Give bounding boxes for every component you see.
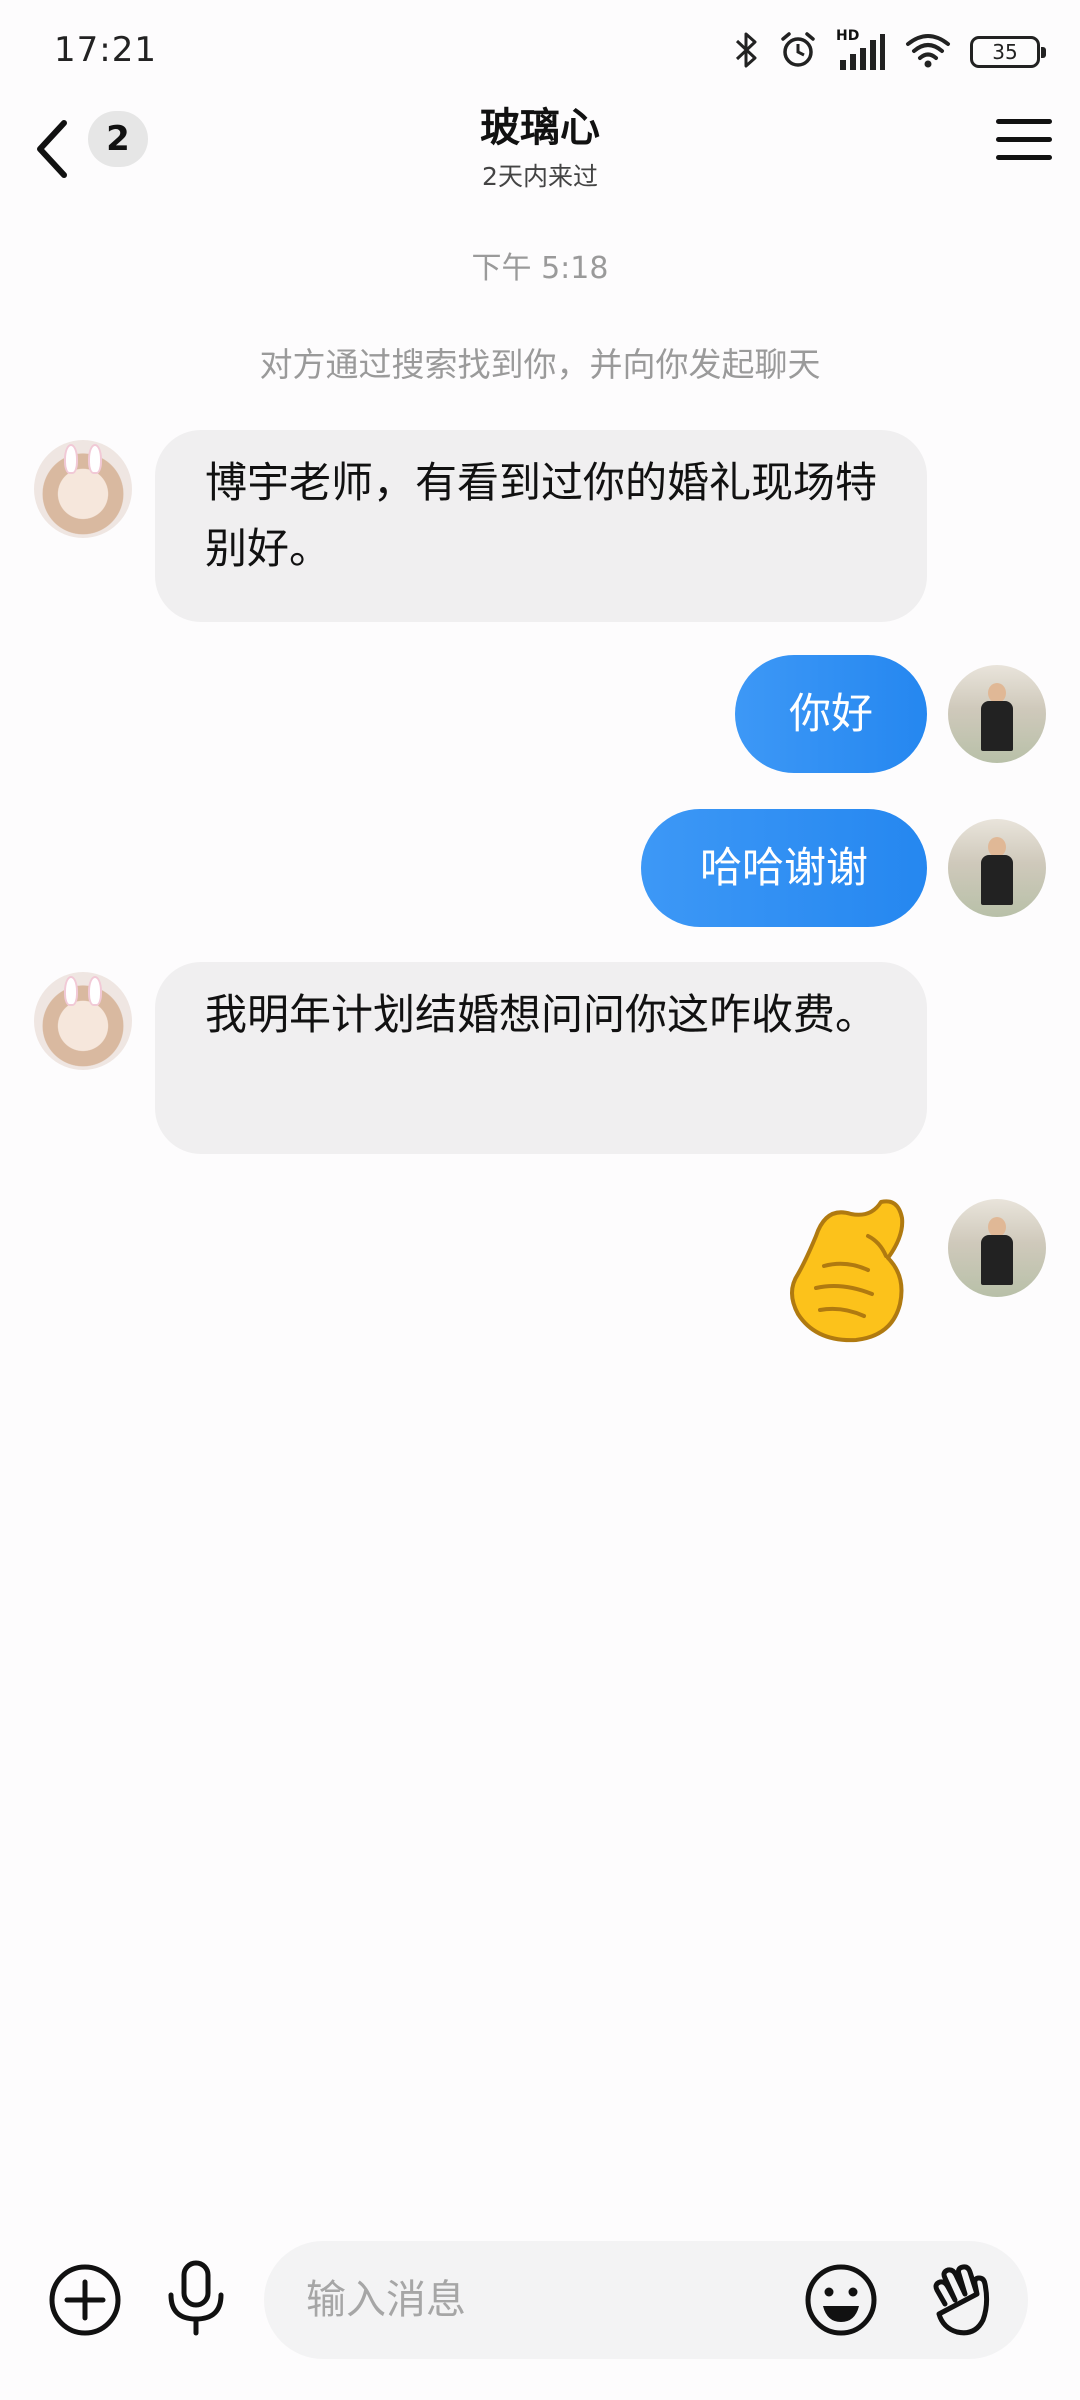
- add-button[interactable]: [46, 2261, 124, 2339]
- message-input-container: [264, 2241, 1028, 2359]
- message-input-bar: [0, 2235, 1080, 2365]
- message-list[interactable]: 下午 5:18 对方通过搜索找到你，并向你发起聊天 博宇老师，有看到过你的婚礼现…: [0, 0, 1080, 2200]
- message-input[interactable]: [306, 2241, 806, 2359]
- avatar-figure-head: [988, 837, 1006, 857]
- add-icon: [49, 2264, 121, 2336]
- wave-button[interactable]: [924, 2257, 1004, 2343]
- wave-hand-icon: [933, 2264, 990, 2336]
- bunny-ear: [64, 976, 78, 1006]
- my-avatar[interactable]: [948, 665, 1046, 763]
- avatar-figure-head: [988, 683, 1006, 703]
- avatar-figure-head: [988, 1217, 1006, 1237]
- message-text: 博宇老师，有看到过你的婚礼现场特别好。: [205, 458, 878, 573]
- message-text: 哈哈谢谢: [699, 843, 868, 892]
- chat-screen: 17:21 HD 35 2 玻璃心 2天内来过 下午 5:18 对方通过搜索找到…: [0, 0, 1080, 2400]
- bunny-ear: [88, 976, 102, 1006]
- my-avatar[interactable]: [948, 819, 1046, 917]
- pinched-fingers-emoji[interactable]: [776, 1196, 916, 1346]
- avatar-figure-body: [981, 701, 1013, 751]
- emoji-button[interactable]: [802, 2261, 880, 2339]
- avatar-figure-body: [981, 855, 1013, 905]
- contact-avatar[interactable]: [34, 440, 132, 538]
- chat-timestamp: 下午 5:18: [471, 251, 609, 286]
- contact-avatar[interactable]: [34, 972, 132, 1070]
- microphone-icon: [168, 2260, 224, 2336]
- avatar-figure-body: [981, 1235, 1013, 1285]
- my-avatar[interactable]: [948, 1199, 1046, 1297]
- incoming-message-bubble[interactable]: 我明年计划结婚想问问你这咋收费。: [155, 962, 927, 1154]
- bunny-ear: [88, 444, 102, 474]
- outgoing-message-bubble[interactable]: 哈哈谢谢: [641, 809, 927, 927]
- emoji-icon: [805, 2264, 877, 2336]
- voice-input-button[interactable]: [160, 2257, 232, 2341]
- message-text: 我明年计划结婚想问问你这咋收费。: [205, 990, 878, 1039]
- incoming-message-bubble[interactable]: 博宇老师，有看到过你的婚礼现场特别好。: [155, 430, 927, 622]
- outgoing-message-bubble[interactable]: 你好: [735, 655, 927, 773]
- message-text: 你好: [788, 689, 873, 738]
- bunny-ear: [64, 444, 78, 474]
- system-notice: 对方通过搜索找到你，并向你发起聊天: [259, 345, 821, 384]
